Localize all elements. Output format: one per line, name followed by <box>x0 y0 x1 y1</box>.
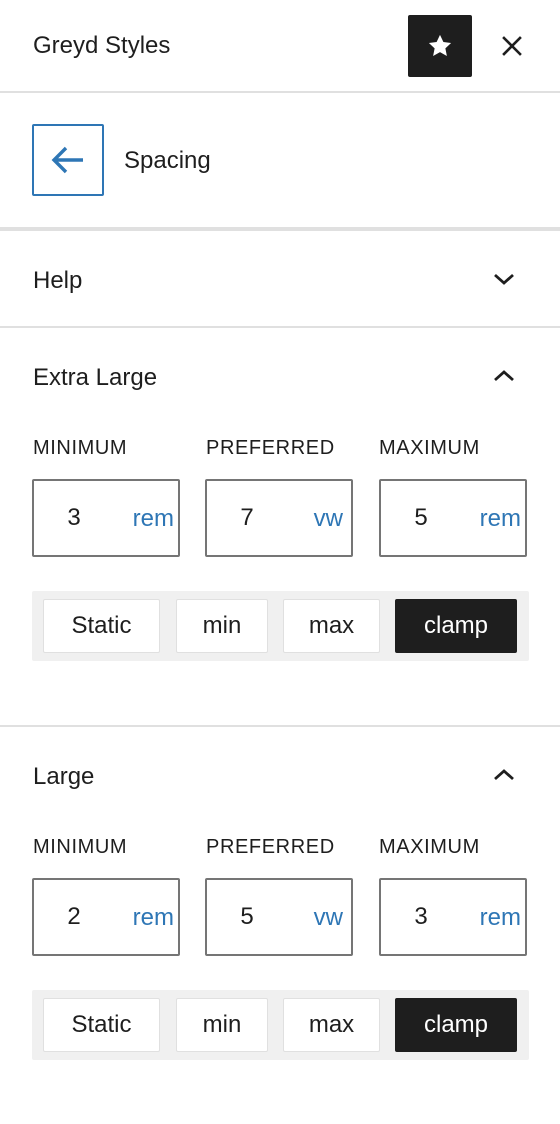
panel-help-toggle[interactable]: Help <box>0 231 560 327</box>
navigator-bar: Spacing <box>0 93 560 231</box>
minimum-field: rem <box>32 479 180 557</box>
minimum-value-input[interactable] <box>34 880 114 954</box>
preferred-value-input[interactable] <box>207 481 287 555</box>
preferred-field: vw <box>205 878 353 956</box>
minimum-unit-select[interactable]: rem <box>133 904 174 932</box>
mode-clamp-button[interactable]: clamp <box>395 998 517 1052</box>
chevron-up-icon <box>494 769 514 781</box>
preferred-field: vw <box>205 479 353 557</box>
star-button[interactable] <box>408 15 472 77</box>
maximum-value-input[interactable] <box>381 481 461 555</box>
preferred-unit-select[interactable]: vw <box>314 505 343 533</box>
minimum-label: MINIMUM <box>33 437 128 459</box>
maximum-label: MAXIMUM <box>379 836 480 858</box>
panel-title: Extra Large <box>33 364 158 391</box>
maximum-unit-select[interactable]: rem <box>480 904 521 932</box>
maximum-unit-select[interactable]: rem <box>480 505 521 533</box>
maximum-field: rem <box>379 878 527 956</box>
chevron-up-icon <box>494 370 514 382</box>
sidebar-title: Greyd Styles <box>33 32 171 59</box>
panel-large-toggle[interactable]: Large <box>0 727 560 823</box>
close-icon <box>502 36 522 56</box>
maximum-value-input[interactable] <box>381 880 461 954</box>
navigator-title: Spacing <box>124 147 211 174</box>
preferred-label: PREFERRED <box>206 437 335 459</box>
minimum-value-input[interactable] <box>34 481 114 555</box>
panel-help: Help <box>0 231 560 328</box>
arrow-left-icon <box>51 146 83 174</box>
mode-min-button[interactable]: min <box>176 998 268 1052</box>
chevron-down-icon <box>494 273 514 285</box>
mode-max-button[interactable]: max <box>283 599 380 653</box>
minimum-field: rem <box>32 878 180 956</box>
minimum-label: MINIMUM <box>33 836 128 858</box>
mode-toggle-group: Static min max clamp <box>32 990 529 1060</box>
mode-static-button[interactable]: Static <box>43 998 160 1052</box>
preferred-value-input[interactable] <box>207 880 287 954</box>
mode-max-button[interactable]: max <box>283 998 380 1052</box>
back-button[interactable] <box>32 124 104 196</box>
close-button[interactable] <box>490 24 534 68</box>
panel-large: Large MINIMUM PREFERRED MAXIMUM rem vw r… <box>0 727 560 1124</box>
mode-toggle-group: Static min max clamp <box>32 591 529 661</box>
panel-title: Large <box>33 763 95 790</box>
panel-extra-large: Extra Large MINIMUM PREFERRED MAXIMUM re… <box>0 328 560 727</box>
panel-extra-large-toggle[interactable]: Extra Large <box>0 328 560 424</box>
mode-static-button[interactable]: Static <box>43 599 160 653</box>
preferred-unit-select[interactable]: vw <box>314 904 343 932</box>
maximum-field: rem <box>379 479 527 557</box>
maximum-label: MAXIMUM <box>379 437 480 459</box>
mode-min-button[interactable]: min <box>176 599 268 653</box>
sidebar-header: Greyd Styles <box>0 0 560 93</box>
preferred-label: PREFERRED <box>206 836 335 858</box>
star-icon <box>428 34 452 57</box>
panel-title: Help <box>33 267 83 294</box>
minimum-unit-select[interactable]: rem <box>133 505 174 533</box>
mode-clamp-button[interactable]: clamp <box>395 599 517 653</box>
